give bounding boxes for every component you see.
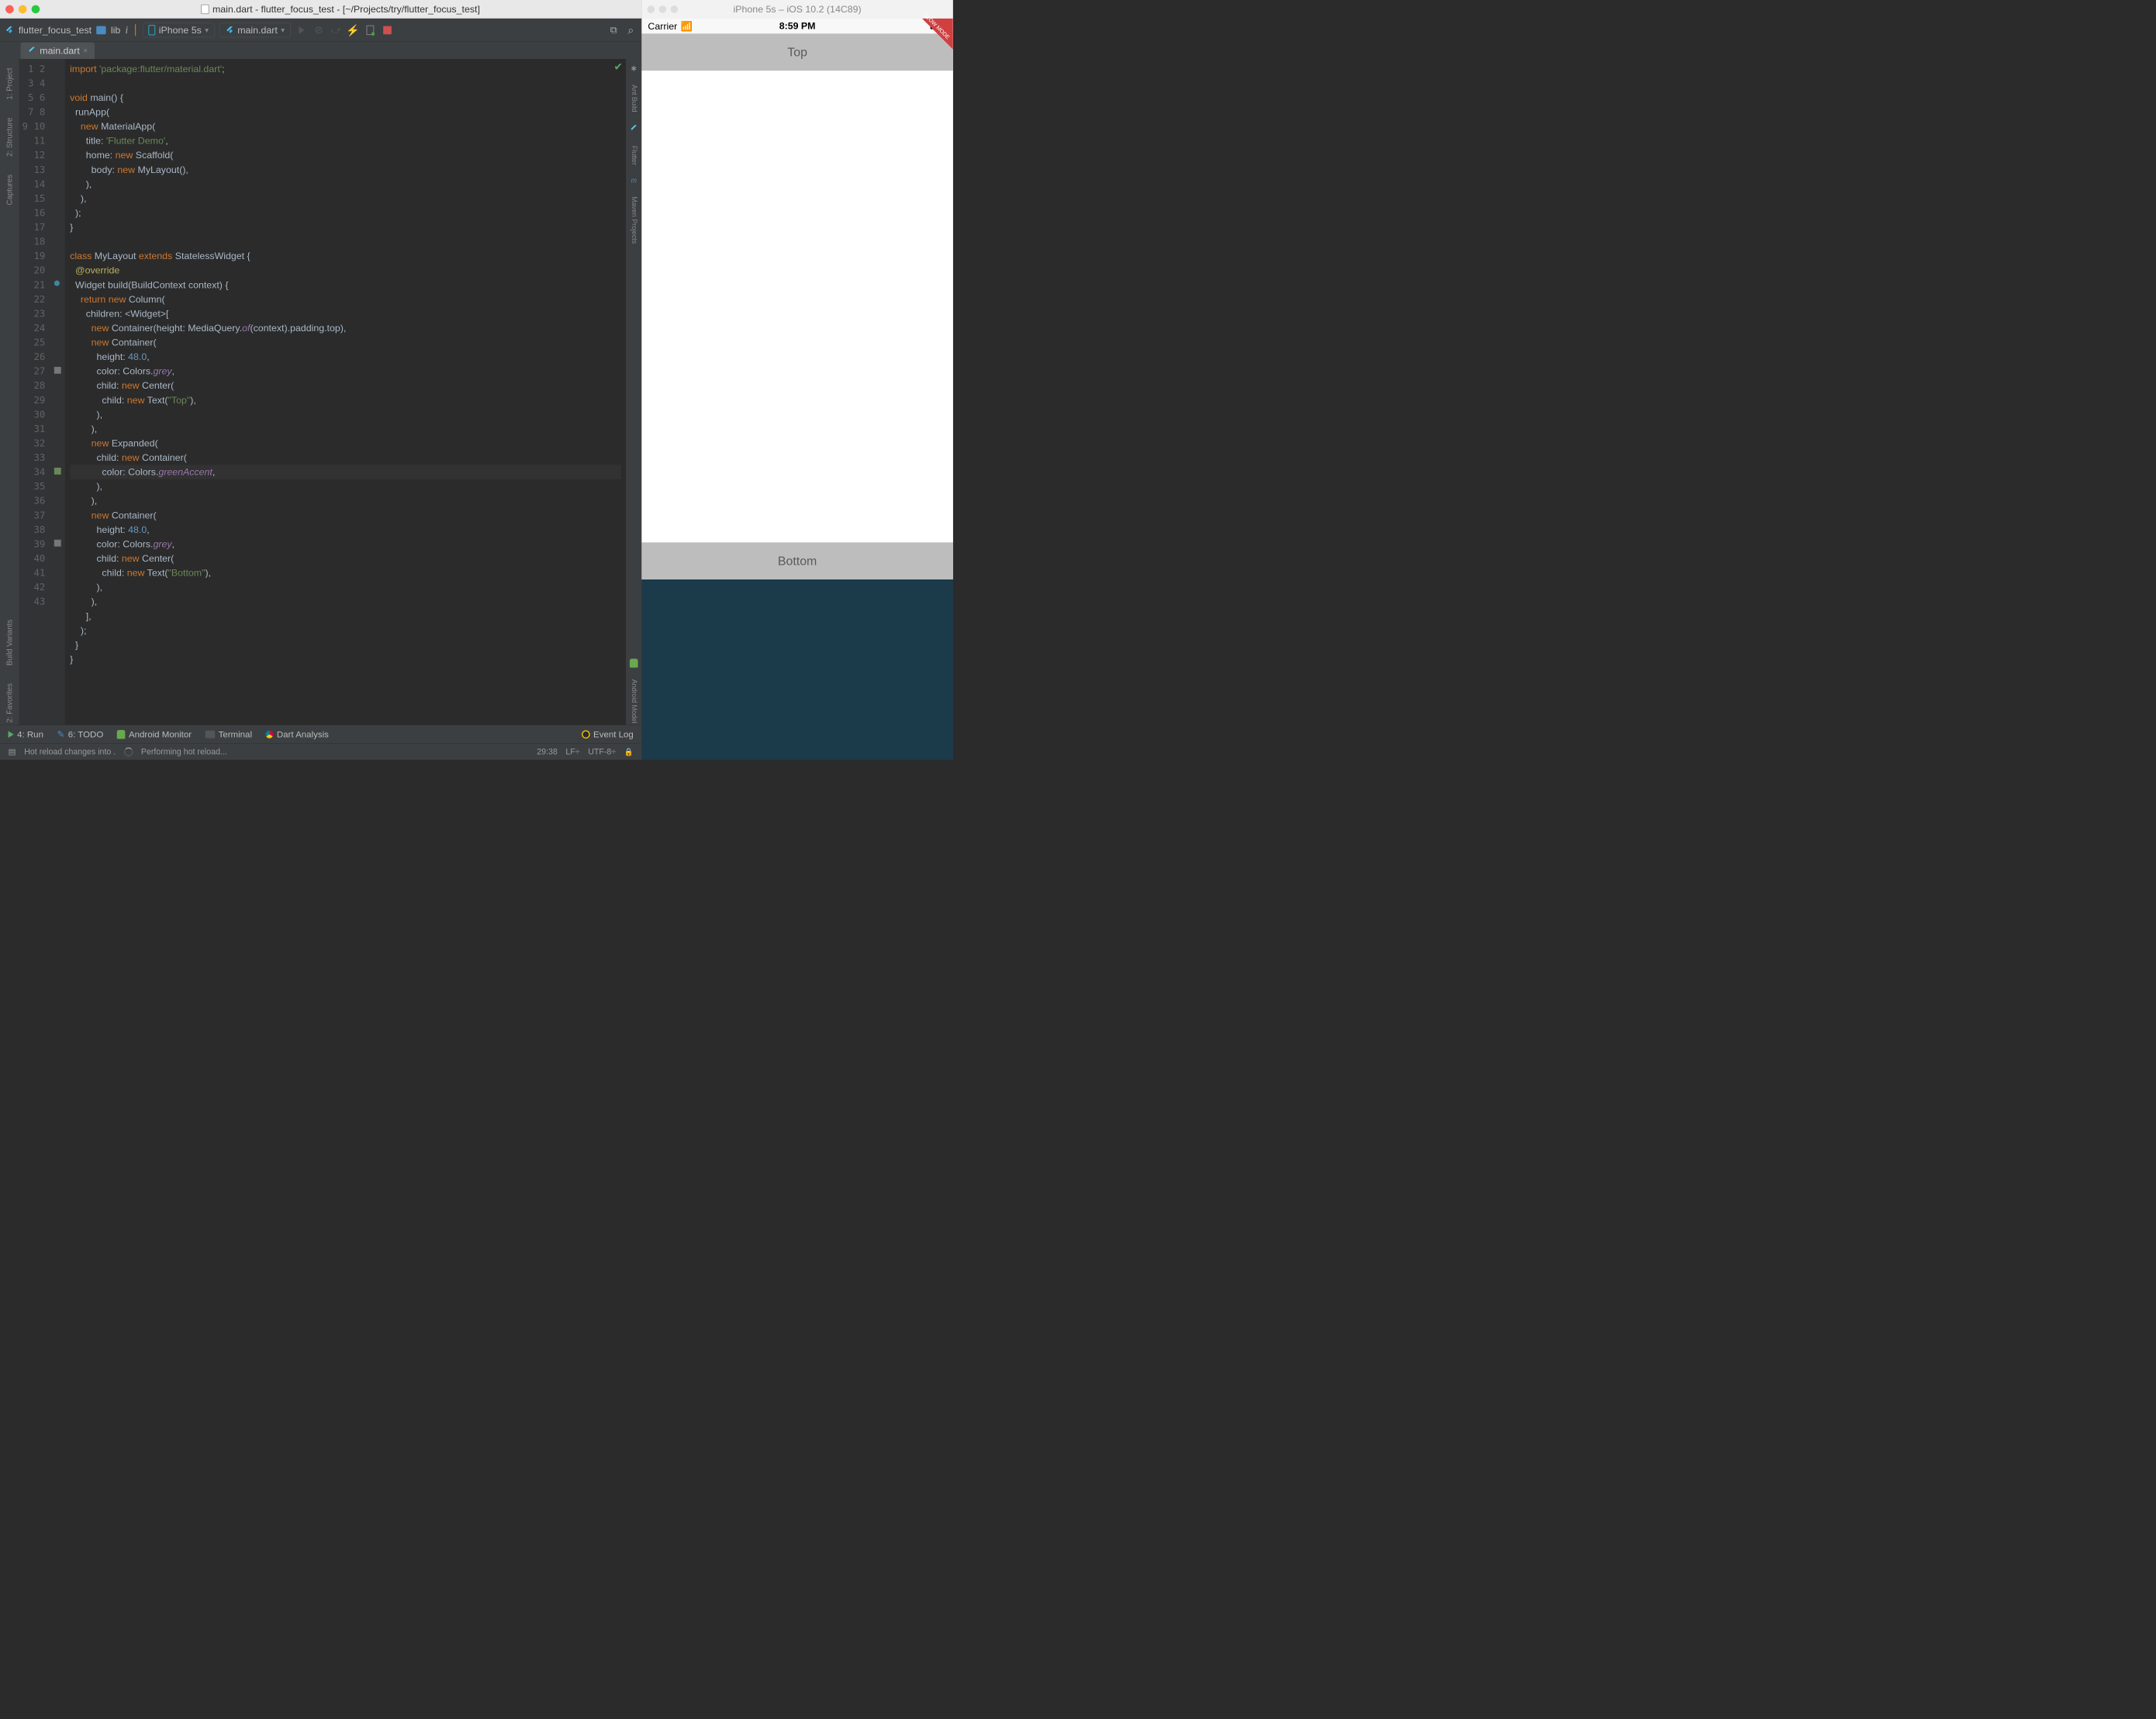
layout-button[interactable]: ⧉: [607, 24, 620, 36]
hot-reload-button[interactable]: ⚡: [347, 24, 359, 36]
flutter-icon: [27, 46, 36, 56]
left-tool-rail: 1: Project 2: Structure Captures Build V…: [0, 59, 19, 725]
mac-titlebar: main.dart - flutter_focus_test - [~/Proj…: [0, 0, 641, 19]
bottom-bar: Bottom: [641, 542, 952, 579]
slow-mode-banner: SLOW MODE: [922, 19, 953, 50]
event-log-icon: [582, 730, 590, 738]
close-icon[interactable]: ×: [83, 47, 88, 55]
minimize-icon[interactable]: [659, 5, 667, 13]
tool-todo[interactable]: ✎6: TODO: [57, 729, 104, 740]
tool-structure[interactable]: 2: Structure: [3, 116, 16, 159]
info-icon[interactable]: i: [125, 24, 128, 36]
status-bar: ▤ Hot reload changes into . Performing h…: [0, 743, 641, 759]
stop-button[interactable]: [381, 24, 393, 36]
status-toggle[interactable]: ▤: [9, 747, 16, 757]
dart-icon: [266, 731, 274, 738]
tool-android-monitor[interactable]: Android Monitor: [117, 729, 192, 740]
search-button[interactable]: ⌕: [624, 24, 637, 36]
tool-favorites[interactable]: 2: Favorites: [3, 681, 16, 725]
encoding[interactable]: UTF-8÷: [588, 747, 616, 756]
coverage-button[interactable]: ⤻: [330, 24, 342, 36]
run-icon: [9, 731, 14, 738]
lock-icon[interactable]: 🔒: [624, 747, 634, 756]
line-gutter: 1 2 3 4 5 6 7 8 9 10 11 12 13 14 15 16 1…: [19, 59, 50, 725]
tool-android-model[interactable]: Android Model: [628, 678, 639, 725]
tool-dart-analysis[interactable]: Dart Analysis: [266, 729, 329, 740]
simulator-screen[interactable]: Carrier 📶 8:59 PM SLOW MODE Top Bottom: [641, 19, 952, 579]
terminal-icon: [206, 731, 215, 738]
flutter-icon: [225, 25, 233, 35]
tool-captures[interactable]: Captures: [3, 172, 16, 207]
toolbar: flutter_focus_test lib i ⎮ iPhone 5s ▾ m…: [0, 19, 641, 42]
breadcrumb-project[interactable]: flutter_focus_test: [19, 25, 92, 36]
status-message: Hot reload changes into .: [24, 747, 116, 756]
code-area[interactable]: import 'package:flutter/material.dart'; …: [65, 59, 626, 725]
search-icon: ⌕: [627, 23, 634, 36]
flutter-icon: [630, 124, 638, 134]
chevron-down-icon: ▾: [205, 26, 209, 34]
close-icon[interactable]: [5, 5, 14, 14]
run-button[interactable]: [295, 24, 308, 36]
tool-flutter[interactable]: Flutter: [628, 144, 639, 167]
window-title: main.dart - flutter_focus_test - [~/Proj…: [212, 4, 480, 15]
file-icon: [201, 5, 209, 14]
editor-tabs: main.dart ×: [0, 42, 641, 59]
breadcrumb-folder[interactable]: lib: [111, 25, 120, 36]
tool-terminal[interactable]: Terminal: [206, 729, 252, 740]
divider: ⎮: [133, 24, 137, 36]
simulator-panel: iPhone 5s – iOS 10.2 (14C89) Carrier 📶 8:…: [641, 0, 952, 759]
flutter-icon: [5, 25, 13, 35]
simulator-titlebar: iPhone 5s – iOS 10.2 (14C89): [641, 0, 952, 19]
zoom-icon[interactable]: [671, 5, 679, 13]
marker-gutter: [50, 59, 65, 725]
debug-button[interactable]: ⊘: [313, 24, 325, 36]
inspection-ok-icon[interactable]: ✔: [614, 61, 623, 73]
tab-main-dart[interactable]: main.dart ×: [21, 43, 95, 59]
tool-run[interactable]: 4: Run: [9, 729, 43, 740]
line-separator[interactable]: LF÷: [565, 747, 579, 756]
run-config-selector[interactable]: main.dart ▾: [219, 22, 291, 37]
right-tool-rail: ✱ Ant Build Flutter m Maven Projects And…: [626, 59, 641, 725]
bottom-toolbar: 4: Run ✎6: TODO Android Monitor Terminal…: [0, 725, 641, 743]
tool-build-variants[interactable]: Build Variants: [3, 617, 16, 668]
wifi-icon: 📶: [681, 20, 693, 32]
close-icon[interactable]: [647, 5, 655, 13]
tool-maven[interactable]: Maven Projects: [628, 195, 639, 244]
phone-icon: [148, 25, 155, 35]
simulator-title: iPhone 5s – iOS 10.2 (14C89): [734, 4, 862, 15]
device-selector[interactable]: iPhone 5s ▾: [143, 22, 215, 37]
maven-icon: m: [631, 177, 637, 185]
code-editor[interactable]: 1: Project 2: Structure Captures Build V…: [0, 59, 641, 725]
status-progress: Performing hot reload...: [141, 747, 227, 756]
minimize-icon[interactable]: [19, 5, 27, 14]
clock: 8:59 PM: [748, 21, 847, 32]
todo-icon: ✎: [57, 729, 65, 740]
expanded-area: [641, 71, 952, 542]
cursor-position[interactable]: 29:38: [537, 747, 558, 756]
ide-window: main.dart - flutter_focus_test - [~/Proj…: [0, 0, 641, 759]
carrier-label: Carrier: [648, 21, 677, 32]
tool-ant[interactable]: Ant Build: [628, 83, 639, 113]
android-icon: [117, 730, 126, 738]
android-icon: [630, 659, 638, 667]
tool-project[interactable]: 1: Project: [3, 66, 16, 102]
folder-icon: [96, 26, 105, 34]
tool-event-log[interactable]: Event Log: [582, 729, 634, 740]
ant-icon: ✱: [631, 64, 637, 73]
attach-button[interactable]: [364, 24, 376, 36]
top-bar: Top: [641, 33, 952, 71]
spinner-icon: [124, 747, 133, 756]
zoom-icon[interactable]: [32, 5, 40, 14]
chevron-down-icon: ▾: [281, 26, 285, 34]
ios-status-bar: Carrier 📶 8:59 PM: [641, 19, 952, 33]
